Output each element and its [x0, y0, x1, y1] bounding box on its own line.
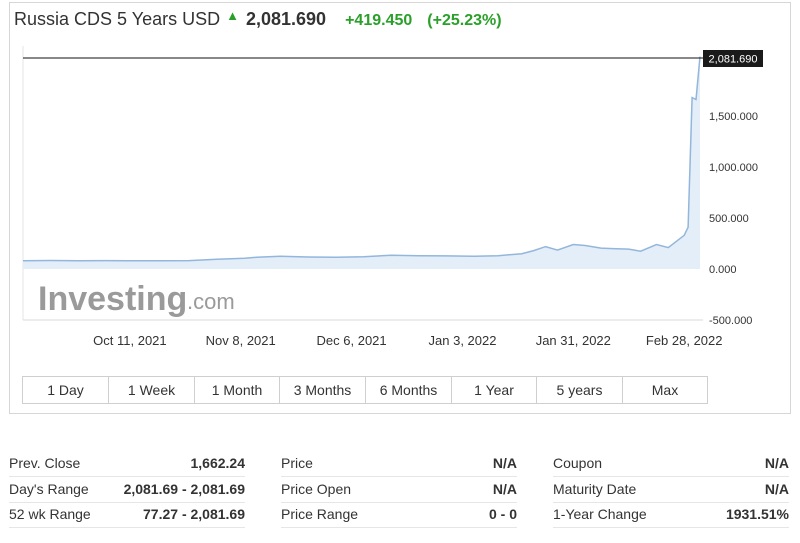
stat-row-maturity-date: Maturity Date N/A — [553, 477, 789, 503]
stat-value: N/A — [492, 481, 517, 497]
last-price-tag-label: 2,081.690 — [709, 54, 758, 66]
stat-label: Coupon — [553, 455, 603, 471]
tab-1-year[interactable]: 1 Year — [452, 377, 537, 403]
stat-value: N/A — [492, 455, 517, 471]
stat-value: 1931.51% — [725, 506, 789, 522]
stat-label: Price Open — [281, 481, 352, 497]
x-tick-label: Jan 31, 2022 — [536, 333, 611, 348]
stat-row-coupon: Coupon N/A — [553, 451, 789, 477]
stat-label: 52 wk Range — [9, 506, 91, 522]
stat-row-price: Price N/A — [281, 451, 517, 477]
stat-label: Price Range — [281, 506, 359, 522]
tab-1-week[interactable]: 1 Week — [109, 377, 195, 403]
y-tick-label: -500.000 — [709, 315, 752, 327]
stat-row-52wk-range: 52 wk Range 77.27 - 2,081.69 — [9, 502, 245, 528]
x-tick-label: Nov 8, 2021 — [206, 333, 276, 348]
y-tick-label: 1,500.000 — [709, 111, 758, 123]
x-tick-label: Feb 28, 2022 — [646, 333, 723, 348]
svg-text:.com: .com — [187, 289, 235, 314]
tab-5-years[interactable]: 5 years — [537, 377, 623, 403]
stat-value: 1,662.24 — [190, 455, 246, 471]
x-tick-label: Oct 11, 2021 — [93, 333, 166, 348]
stat-row-1-year-change: 1-Year Change 1931.51% — [553, 502, 789, 528]
tab-1-day[interactable]: 1 Day — [23, 377, 109, 403]
time-range-tabs: 1 Day 1 Week 1 Month 3 Months 6 Months 1… — [22, 376, 708, 404]
stat-label: Prev. Close — [9, 455, 81, 471]
x-tick-label: Jan 3, 2022 — [429, 333, 497, 348]
stat-row-price-range: Price Range 0 - 0 — [281, 502, 517, 528]
stat-row-price-open: Price Open N/A — [281, 477, 517, 503]
stat-value: 2,081.69 - 2,081.69 — [123, 481, 245, 497]
y-tick-label: 1,000.000 — [709, 162, 758, 174]
stat-label: Maturity Date — [553, 481, 637, 497]
tab-max[interactable]: Max — [623, 377, 707, 403]
tab-1-month[interactable]: 1 Month — [195, 377, 280, 403]
price-line — [22, 56, 701, 262]
x-tick-label: Dec 6, 2021 — [317, 333, 387, 348]
price-area — [23, 56, 700, 269]
stat-row-prev-close: Prev. Close 1,662.24 — [9, 451, 245, 477]
watermark-logo: Investing .com — [38, 280, 235, 318]
price-chart[interactable]: Investing .com 2,081.690 1,500.000 1,000.… — [0, 0, 800, 370]
stat-label: Price — [281, 455, 313, 471]
stat-label: 1-Year Change — [553, 506, 647, 522]
stat-value: N/A — [764, 481, 789, 497]
stat-row-days-range: Day's Range 2,081.69 - 2,081.69 — [9, 477, 245, 503]
stat-value: N/A — [764, 455, 789, 471]
tab-3-months[interactable]: 3 Months — [280, 377, 366, 403]
stat-value: 0 - 0 — [488, 506, 517, 522]
y-tick-label: 500.000 — [709, 213, 749, 225]
svg-text:Investing: Investing — [38, 280, 187, 318]
stat-label: Day's Range — [9, 481, 89, 497]
y-tick-label: 0.000 — [709, 264, 737, 276]
stat-value: 77.27 - 2,081.69 — [143, 506, 245, 522]
tab-6-months[interactable]: 6 Months — [366, 377, 452, 403]
